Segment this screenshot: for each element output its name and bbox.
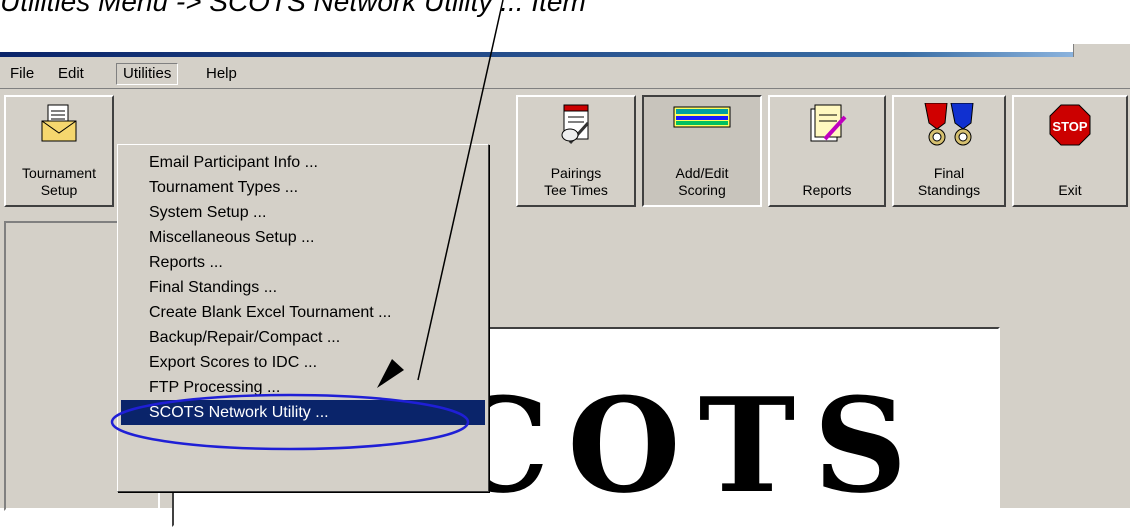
reports-pencil-icon <box>805 103 849 150</box>
pairings-notepad-icon <box>556 103 596 150</box>
menu-item-email-participant-info[interactable]: Email Participant Info ... <box>118 150 488 175</box>
exit-button[interactable]: STOP Exit <box>1012 95 1128 207</box>
add-edit-scoring-label: Add/Edit Scoring <box>675 165 729 198</box>
menu-item-backup-repair-compact[interactable]: Backup/Repair/Compact ... <box>118 325 488 350</box>
tournament-setup-button[interactable]: Tournament Setup <box>4 95 114 207</box>
title-bar-controls[interactable] <box>1073 44 1130 57</box>
tournament-envelope-icon <box>40 103 78 146</box>
menu-edit[interactable]: Edit <box>52 63 90 85</box>
menu-item-export-scores-idc[interactable]: Export Scores to IDC ... <box>118 350 488 375</box>
final-standings-button[interactable]: Final Standings <box>892 95 1006 207</box>
annotation-caption: Utilities Menu -> SCOTS Network Utility … <box>0 0 586 17</box>
menu-item-tournament-types[interactable]: Tournament Types ... <box>118 175 488 200</box>
tournament-setup-label: Tournament Setup <box>22 165 96 198</box>
menu-file[interactable]: File <box>4 63 40 85</box>
application-window: File Edit Utilities Help Tournament Setu… <box>0 44 1130 527</box>
menu-item-scots-network-utility[interactable]: SCOTS Network Utility ... <box>121 400 485 425</box>
menu-utilities[interactable]: Utilities <box>116 63 179 85</box>
final-standings-label: Final Standings <box>917 165 981 198</box>
pairings-tee-times-button[interactable]: Pairings Tee Times <box>516 95 636 207</box>
reports-button[interactable]: Reports <box>768 95 886 207</box>
medals-icon <box>919 102 979 152</box>
svg-text:STOP: STOP <box>1052 119 1087 134</box>
pairings-tee-times-label: Pairings Tee Times <box>544 165 608 198</box>
menu-item-create-blank-excel[interactable]: Create Blank Excel Tournament ... <box>118 300 488 325</box>
menu-item-system-setup[interactable]: System Setup ... <box>118 200 488 225</box>
menu-item-reports[interactable]: Reports ... <box>118 250 488 275</box>
menu-item-final-standings[interactable]: Final Standings ... <box>118 275 488 300</box>
menu-bar: File Edit Utilities Help <box>0 60 1130 88</box>
menu-item-ftp-processing[interactable]: FTP Processing ... <box>118 375 488 400</box>
menu-item-miscellaneous-setup[interactable]: Miscellaneous Setup ... <box>118 225 488 250</box>
title-bar <box>0 52 1130 57</box>
reports-label: Reports <box>802 182 852 198</box>
exit-label: Exit <box>1058 182 1082 198</box>
utilities-dropdown-menu: Email Participant Info ... Tournament Ty… <box>117 144 489 492</box>
scorecard-grid-icon <box>672 103 732 138</box>
add-edit-scoring-button[interactable]: Add/Edit Scoring <box>642 95 762 207</box>
stop-sign-icon: STOP <box>1048 103 1092 150</box>
menu-help[interactable]: Help <box>200 63 243 85</box>
